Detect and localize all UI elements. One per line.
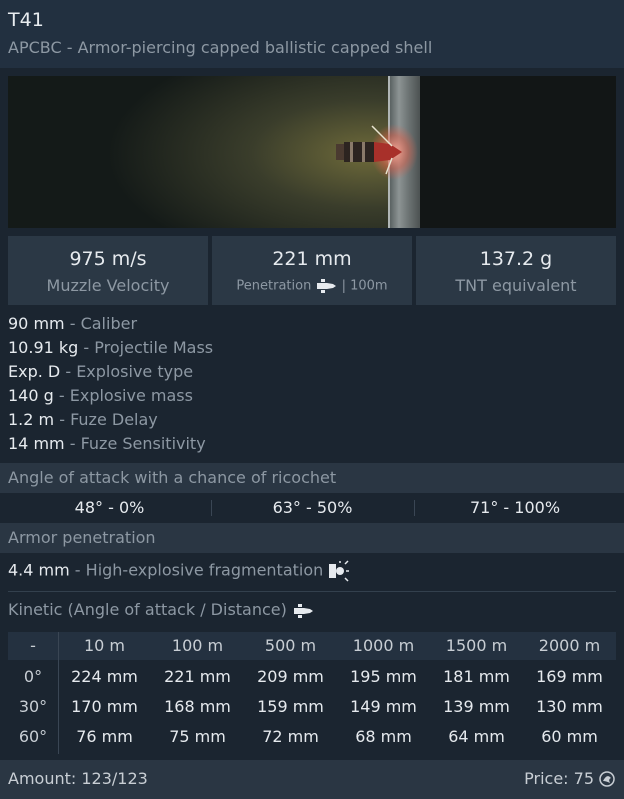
tnt-equivalent-value: 137.2 g <box>479 248 553 270</box>
properties-list: 90 mm - Caliber 10.91 kg - Projectile Ma… <box>8 314 213 458</box>
table-header-cell: 10 m <box>83 636 126 655</box>
table-header-cell: 500 m <box>264 636 317 655</box>
stat-tnt-equivalent: 137.2 g TNT equivalent <box>416 236 616 305</box>
table-cell: 72 mm <box>262 727 319 746</box>
table-cell: 169 mm <box>536 667 603 686</box>
silver-lion-icon <box>599 771 615 787</box>
table-cell: 221 mm <box>164 667 231 686</box>
shell-preview-image <box>8 76 616 228</box>
ricochet-row: 48° - 0% 63° - 50% 71° - 100% <box>8 494 616 522</box>
table-cell: 168 mm <box>164 697 231 716</box>
table-row-angle: 30° <box>18 697 48 716</box>
table-cell: 130 mm <box>536 697 603 716</box>
amount-text: Amount: 123/123 <box>8 769 148 788</box>
table-cell: 68 mm <box>355 727 412 746</box>
table-row-angle: 0° <box>23 667 43 686</box>
table-cell: 60 mm <box>541 727 598 746</box>
table-header-cell: 1000 m <box>352 636 415 655</box>
armor-penetration-title: Armor penetration <box>0 523 624 553</box>
footer: Amount: 123/123 Price: 75 <box>0 760 624 799</box>
property-row: 10.91 kg - Projectile Mass <box>8 338 214 357</box>
property-row: 140 g - Explosive mass <box>8 386 193 405</box>
table-cell: 159 mm <box>257 697 324 716</box>
explosion-icon <box>329 560 350 582</box>
property-row: 1.2 m - Fuze Delay <box>8 410 158 429</box>
main-stats: 975 m/s Muzzle Velocity 221 mm Penetrati… <box>8 236 616 305</box>
table-cell: 139 mm <box>443 697 510 716</box>
table-cell: 149 mm <box>350 697 417 716</box>
shell-icon <box>293 603 313 618</box>
penetration-table-header: - 10 m 100 m 500 m 1000 m 1500 m 2000 m <box>8 632 616 660</box>
ricochet-cell: 48° - 0% <box>74 498 145 517</box>
ammo-header: T41 APCBC - Armor-piercing capped ballis… <box>0 0 624 68</box>
muzzle-velocity-label: Muzzle Velocity <box>46 276 170 295</box>
tnt-equivalent-label: TNT equivalent <box>455 276 577 295</box>
table-cell: 76 mm <box>76 727 133 746</box>
kinetic-title: Kinetic (Angle of attack / Distance) <box>8 600 287 619</box>
table-header-cell: 1500 m <box>445 636 508 655</box>
table-cell: 224 mm <box>71 667 138 686</box>
table-column-separator <box>58 632 59 754</box>
penetration-distance: | 100m <box>341 278 388 294</box>
penetration-value: 221 mm <box>272 248 352 270</box>
ammo-title: T41 <box>8 9 44 31</box>
penetration-label: Penetration <box>236 278 312 294</box>
ammo-subtitle: APCBC - Armor-piercing capped ballistic … <box>8 38 433 57</box>
table-cell: 209 mm <box>257 667 324 686</box>
he-fragmentation-label: - High-explosive fragmentation <box>74 560 324 580</box>
shell-illustration <box>336 124 418 180</box>
table-header-cell: - <box>30 636 36 655</box>
penetration-table: - 10 m 100 m 500 m 1000 m 1500 m 2000 m … <box>8 632 616 754</box>
table-cell: 75 mm <box>169 727 226 746</box>
table-row-angle: 60° <box>18 727 48 746</box>
price-text: Price: 75 <box>524 769 594 788</box>
muzzle-velocity-value: 975 m/s <box>69 248 147 270</box>
ricochet-cell: 71° - 100% <box>469 498 561 517</box>
table-header-cell: 100 m <box>171 636 224 655</box>
table-cell: 170 mm <box>71 697 138 716</box>
stat-muzzle-velocity: 975 m/s Muzzle Velocity <box>8 236 208 305</box>
table-cell: 64 mm <box>448 727 505 746</box>
he-fragmentation-row: 4.4 mm - High-explosive fragmentation <box>8 560 350 582</box>
stat-penetration: 221 mm Penetration | 100m <box>212 236 412 305</box>
kinetic-title-row: Kinetic (Angle of attack / Distance) <box>8 600 314 619</box>
ricochet-cell: 63° - 50% <box>272 498 353 517</box>
he-fragmentation-value: 4.4 mm <box>8 560 70 580</box>
table-cell: 195 mm <box>350 667 417 686</box>
property-row: Exp. D - Explosive type <box>8 362 194 381</box>
property-row: 90 mm - Caliber <box>8 314 138 333</box>
divider <box>8 591 616 592</box>
table-cell: 181 mm <box>443 667 510 686</box>
ricochet-section-title: Angle of attack with a chance of ricoche… <box>0 463 624 493</box>
shell-icon <box>317 279 337 293</box>
property-row: 14 mm - Fuze Sensitivity <box>8 434 206 453</box>
table-header-cell: 2000 m <box>538 636 601 655</box>
penetration-label-row: Penetration | 100m <box>212 278 412 294</box>
